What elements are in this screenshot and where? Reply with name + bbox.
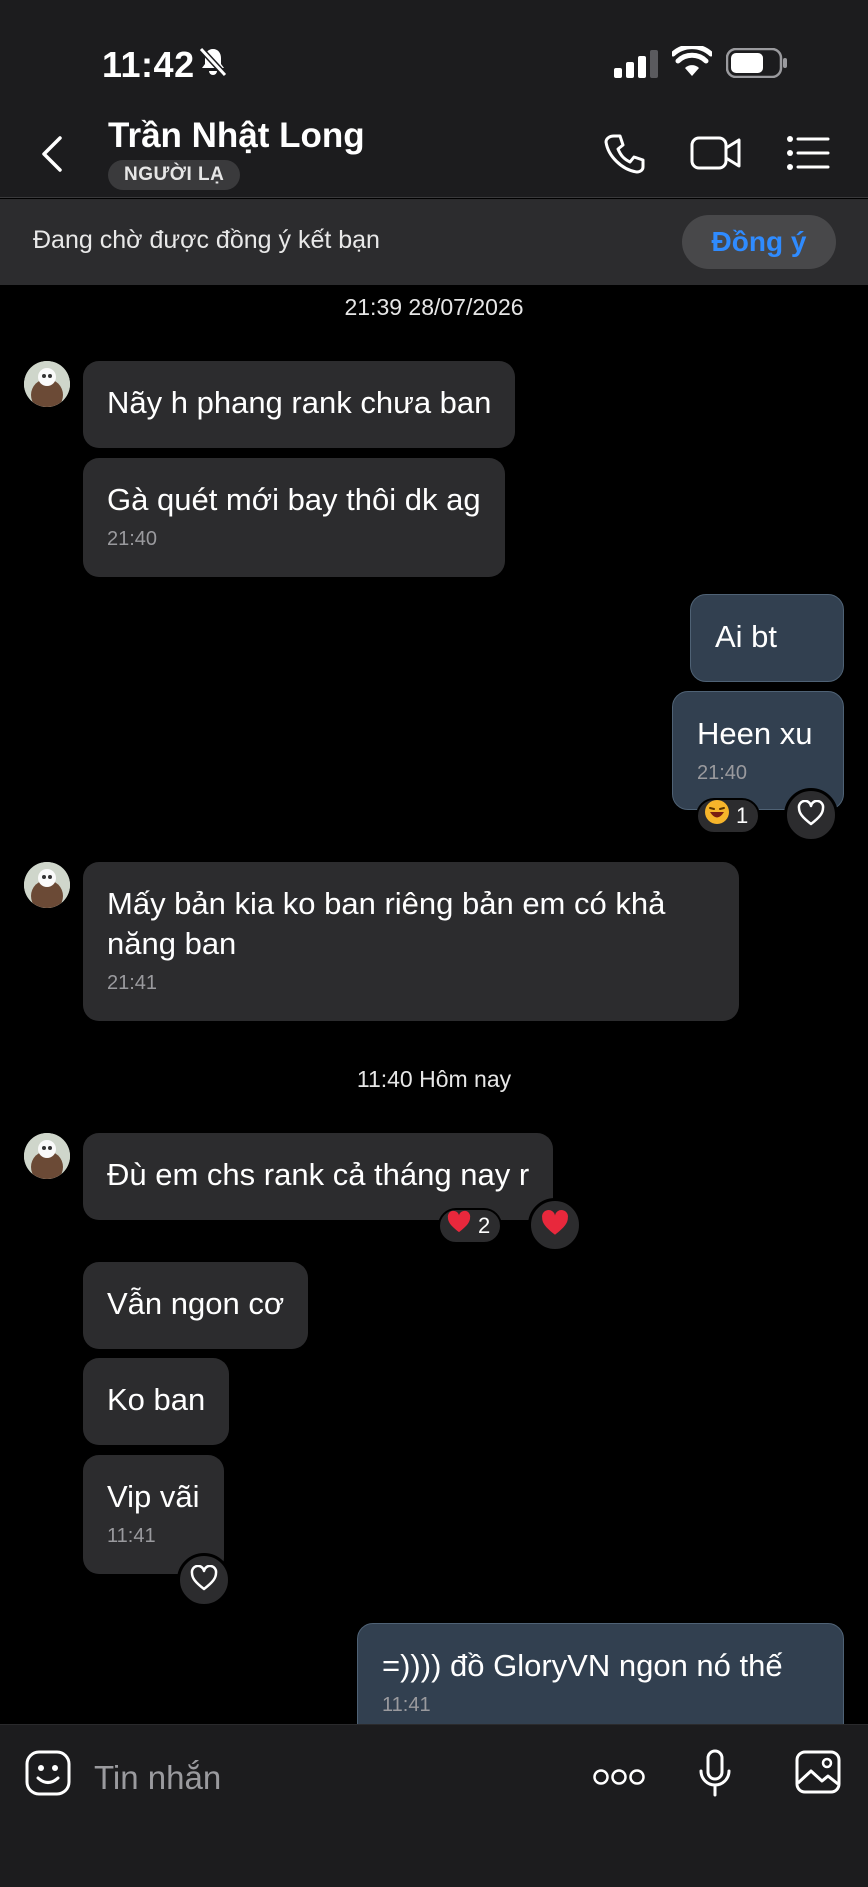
battery-icon [725, 47, 788, 83]
message-time: 21:40 [697, 762, 748, 784]
back-chevron-icon[interactable] [40, 134, 64, 179]
heart-outline-icon [797, 799, 825, 831]
heart-react-button[interactable] [784, 788, 838, 842]
message-time: 21:40 [107, 528, 158, 550]
date-separator: 11:40 Hôm nay [356, 1066, 512, 1092]
message-bubble-incoming[interactable]: Gà quét mới bay thôi dk ag 21:40 [83, 458, 505, 577]
message-time: 11:41 [382, 1694, 431, 1716]
menu-list-icon[interactable] [786, 132, 830, 179]
video-call-icon[interactable] [690, 132, 742, 179]
heart-filled-icon [540, 1209, 570, 1242]
status-time: 11:42 [102, 44, 195, 85]
reaction-count: 2 [478, 1213, 491, 1238]
date-separator: 21:39 28/07/2026 [344, 294, 524, 320]
reaction-count: 1 [736, 803, 749, 828]
avatar[interactable] [24, 1133, 70, 1179]
message-text: Gà quét mới bay thôi dk ag [107, 482, 481, 517]
more-options-icon[interactable] [592, 1767, 646, 1792]
message-bubble-incoming[interactable]: Nãy h phang rank chưa ban [83, 361, 516, 448]
message-time: 11:41 [107, 1525, 156, 1547]
cellular-signal-icon [614, 50, 658, 83]
message-bubble-incoming[interactable]: Ko ban [83, 1358, 230, 1445]
image-gallery-icon[interactable] [794, 1749, 842, 1800]
message-text: =)))) đồ GloryVN ngon nó thế [382, 1648, 783, 1683]
message-bubble-incoming[interactable]: Mấy bản kia ko ban riêng bản em có khả n… [83, 862, 739, 1021]
message-text: Ai bt [715, 619, 778, 654]
reaction-badge[interactable]: 1 [696, 798, 761, 834]
stranger-badge: NGƯỜI LẠ [108, 160, 241, 190]
heart-icon [446, 1210, 472, 1243]
contact-name[interactable]: Trần Nhật Long [108, 116, 365, 156]
avatar[interactable] [24, 862, 70, 908]
message-text: Heen xu [697, 716, 813, 751]
status-bar: 11:42 [0, 0, 868, 110]
reaction-badge[interactable]: 2 [438, 1208, 503, 1244]
message-text: Mấy bản kia ko ban riêng bản em có khả n… [107, 886, 666, 961]
message-bubble-incoming[interactable]: Vẫn ngon cơ [83, 1262, 309, 1349]
chat-header: Trần Nhật Long NGƯỜI LẠ [0, 110, 868, 198]
phone-icon[interactable] [604, 132, 646, 179]
message-text: Ko ban [107, 1382, 206, 1417]
message-text: Đù em chs rank cả tháng nay r [107, 1157, 530, 1192]
avatar[interactable] [24, 361, 70, 407]
message-text: Vẫn ngon cơ [107, 1286, 285, 1321]
message-bubble-incoming[interactable]: Đù em chs rank cả tháng nay r [83, 1133, 554, 1220]
message-text: Nãy h phang rank chưa ban [107, 385, 492, 420]
message-text: Vip vãi [107, 1479, 200, 1514]
message-input-bar [0, 1724, 868, 1887]
heart-react-button[interactable] [528, 1198, 582, 1252]
accept-friend-button[interactable]: Đồng ý [682, 215, 836, 269]
heart-outline-icon [190, 1564, 218, 1596]
heart-react-button[interactable] [177, 1553, 231, 1607]
microphone-icon[interactable] [698, 1749, 732, 1802]
friend-request-bar: Đang chờ được đồng ý kết bạn Đồng ý [0, 199, 868, 285]
bell-muted-icon [198, 46, 228, 83]
message-time: 21:41 [107, 972, 158, 994]
friend-request-text: Đang chờ được đồng ý kết bạn [33, 226, 380, 254]
laughing-emoji-icon [704, 799, 730, 834]
message-input[interactable] [94, 1753, 454, 1803]
wifi-icon [670, 44, 714, 83]
sticker-emoji-icon[interactable] [24, 1749, 72, 1802]
message-bubble-outgoing[interactable]: Ai bt [690, 594, 844, 682]
